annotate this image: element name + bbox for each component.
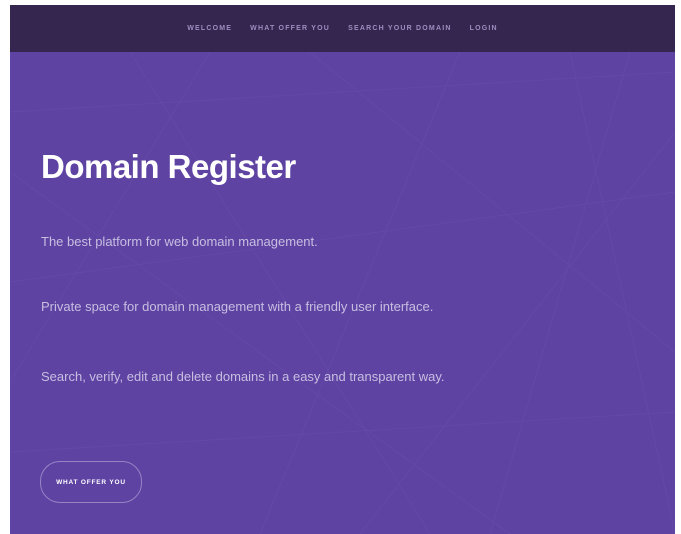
nav-item-what-offer-you[interactable]: WHAT OFFER YOU xyxy=(241,25,339,32)
nav-item-search-your-domain[interactable]: SEARCH YOUR DOMAIN xyxy=(339,25,461,32)
nav-item-login[interactable]: LOGIN xyxy=(461,25,507,32)
hero-description: Private space for domain management with… xyxy=(41,299,434,314)
hero-title: Domain Register xyxy=(41,148,296,185)
hero-features: Search, verify, edit and delete domains … xyxy=(41,369,445,384)
hero-tagline: The best platform for web domain managem… xyxy=(41,234,318,249)
top-navigation: WELCOME WHAT OFFER YOU SEARCH YOUR DOMAI… xyxy=(10,5,675,52)
hero-section: Domain Register The best platform for we… xyxy=(10,52,675,534)
nav-item-welcome[interactable]: WELCOME xyxy=(178,25,241,32)
page-frame: WELCOME WHAT OFFER YOU SEARCH YOUR DOMAI… xyxy=(10,5,675,534)
what-offer-you-button[interactable]: WHAT OFFER YOU xyxy=(40,461,142,503)
